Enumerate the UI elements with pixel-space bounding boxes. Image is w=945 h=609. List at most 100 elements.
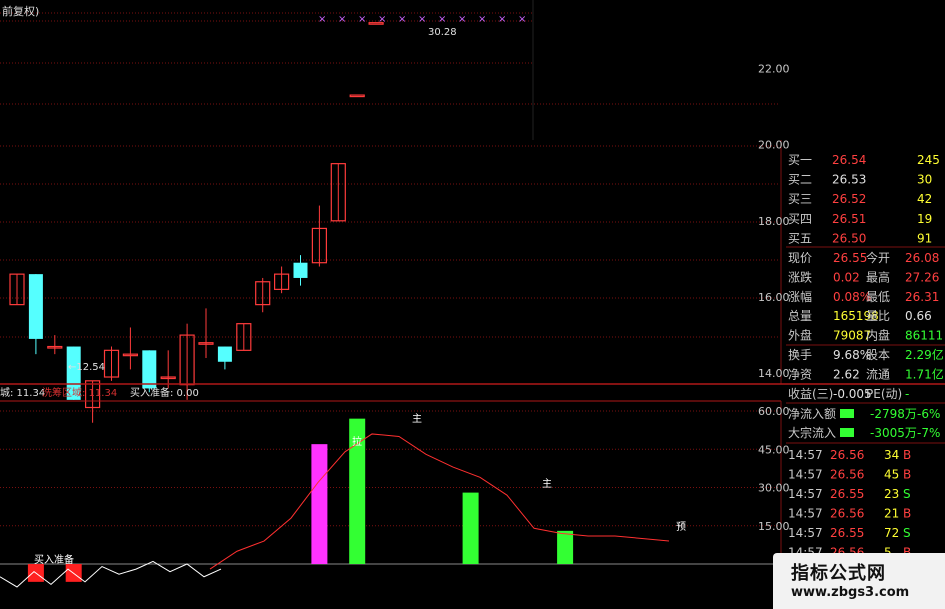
stat-key: PE(动): [866, 387, 902, 401]
top-marker: ×: [478, 14, 486, 25]
tick-volume: 45: [884, 468, 899, 482]
tick-price: 26.56: [830, 507, 864, 521]
bid-qty: 245: [917, 153, 940, 167]
flow-label: 净流入额: [788, 407, 836, 421]
stat-key: 量比: [866, 309, 890, 323]
bid-qty: 19: [917, 212, 932, 226]
y-tick-label: 14.00: [758, 367, 790, 380]
indicator-header: 洗筹区域: 11.34: [42, 386, 117, 399]
bid-price: 26.53: [832, 173, 866, 187]
stat-key: 股本: [866, 348, 890, 362]
annotation-label: 拉: [352, 435, 362, 448]
annotation-label: 主: [412, 413, 422, 425]
bid-qty: 91: [917, 231, 932, 245]
y-tick-label: 15.00: [758, 520, 790, 533]
top-marker: ×: [518, 14, 526, 25]
flow-pct: -6%: [917, 407, 940, 421]
top-marker: ×: [318, 14, 326, 25]
bid-qty: 30: [917, 173, 932, 187]
tick-price: 26.56: [830, 448, 864, 462]
flow-bar: [840, 428, 854, 437]
watermark-url: www.zbgs3.com: [791, 585, 910, 600]
stat-value: 2.62: [833, 367, 860, 381]
stat-value: 0.66: [905, 309, 932, 323]
stock-chart[interactable]: 24.0022.0020.0018.0016.0014.00××××××××××…: [0, 0, 945, 609]
top-marker: ×: [498, 14, 506, 25]
stat-value: 26.55: [833, 251, 867, 265]
indicator-bar: [462, 492, 479, 564]
candle-body: [142, 350, 157, 389]
title-fragment: 前复权): [2, 5, 40, 18]
stat-value: 2.29亿: [905, 347, 944, 362]
stat-key: 收益(三): [788, 387, 833, 401]
tick-time: 14:57: [788, 468, 823, 482]
stat-key: 外盘: [788, 328, 812, 343]
flow-value: -3005万: [870, 426, 917, 440]
tick-time: 14:57: [788, 448, 823, 462]
stat-value: 26.08: [905, 251, 939, 265]
y-tick-label: 30.00: [758, 482, 790, 495]
tick-volume: 21: [884, 507, 899, 521]
tick-time: 14:57: [788, 507, 823, 521]
flow-pct: -7%: [917, 426, 940, 440]
annotation-label: 主: [542, 478, 552, 490]
high-price-label: 30.28: [428, 27, 457, 38]
flow-value: -2798万: [870, 407, 917, 421]
tick-side: B: [903, 507, 911, 521]
stat-key: 最高: [866, 269, 890, 284]
annotation-buy-prep: 买入准备: [34, 553, 74, 566]
top-marker: ×: [338, 14, 346, 25]
y-tick-label: 22.00: [758, 62, 790, 75]
top-marker: ×: [378, 14, 386, 25]
bid-label: 买四: [788, 212, 812, 226]
stat-key: 净资: [788, 367, 812, 381]
stat-key: 今开: [866, 250, 890, 265]
stat-value: 26.31: [905, 290, 939, 304]
stat-value: 1.71亿: [905, 366, 944, 381]
indicator-bar: [311, 444, 328, 564]
tick-volume: 34: [884, 448, 899, 462]
tick-price: 26.56: [830, 468, 864, 482]
tick-side: S: [903, 487, 911, 501]
stat-key: 内盘: [866, 328, 890, 343]
flow-label: 大宗流入: [788, 425, 836, 440]
bid-label: 买一: [788, 153, 812, 167]
flow-bar: [840, 409, 854, 418]
tick-price: 26.55: [830, 526, 864, 540]
candle-body: [349, 94, 365, 98]
bid-label: 买二: [788, 173, 812, 187]
bid-price: 26.54: [832, 153, 866, 167]
watermark-title: 指标公式网: [791, 563, 886, 584]
stat-key: 涨跌: [788, 269, 812, 284]
tick-side: B: [903, 468, 911, 482]
top-marker: ×: [458, 14, 466, 25]
indicator-line-red: [209, 433, 670, 570]
bid-price: 26.52: [832, 192, 866, 206]
y-tick-label: 18.00: [758, 215, 790, 228]
stat-key: 最低: [866, 290, 890, 304]
stat-value: 86111: [905, 329, 943, 343]
stat-value: -: [905, 387, 909, 401]
tick-time: 14:57: [788, 487, 823, 501]
stat-key: 涨幅: [788, 289, 812, 304]
top-marker: ×: [438, 14, 446, 25]
annotation-label: 预: [676, 521, 686, 533]
tick-volume: 72: [884, 526, 899, 540]
stat-key: 现价: [788, 251, 812, 265]
tick-side: B: [903, 448, 911, 462]
low-price-label: ←12.54: [68, 362, 105, 373]
y-tick-label: 60.00: [758, 405, 790, 418]
indicator-header: 买入准备: 0.00: [130, 386, 199, 399]
stat-key: 总量: [788, 309, 812, 323]
stat-key: 换手: [788, 348, 812, 362]
bid-qty: 42: [917, 192, 932, 206]
stat-key: 流通: [866, 367, 890, 381]
bid-price: 26.51: [832, 212, 866, 226]
indicator-header: 城: 11.34: [0, 387, 45, 399]
candle-body: [217, 346, 232, 362]
top-marker: ×: [418, 14, 426, 25]
y-tick-label: 45.00: [758, 443, 790, 456]
y-tick-label: 20.00: [758, 139, 790, 152]
stat-value: 27.26: [905, 270, 939, 284]
bid-label: 买五: [788, 231, 812, 245]
